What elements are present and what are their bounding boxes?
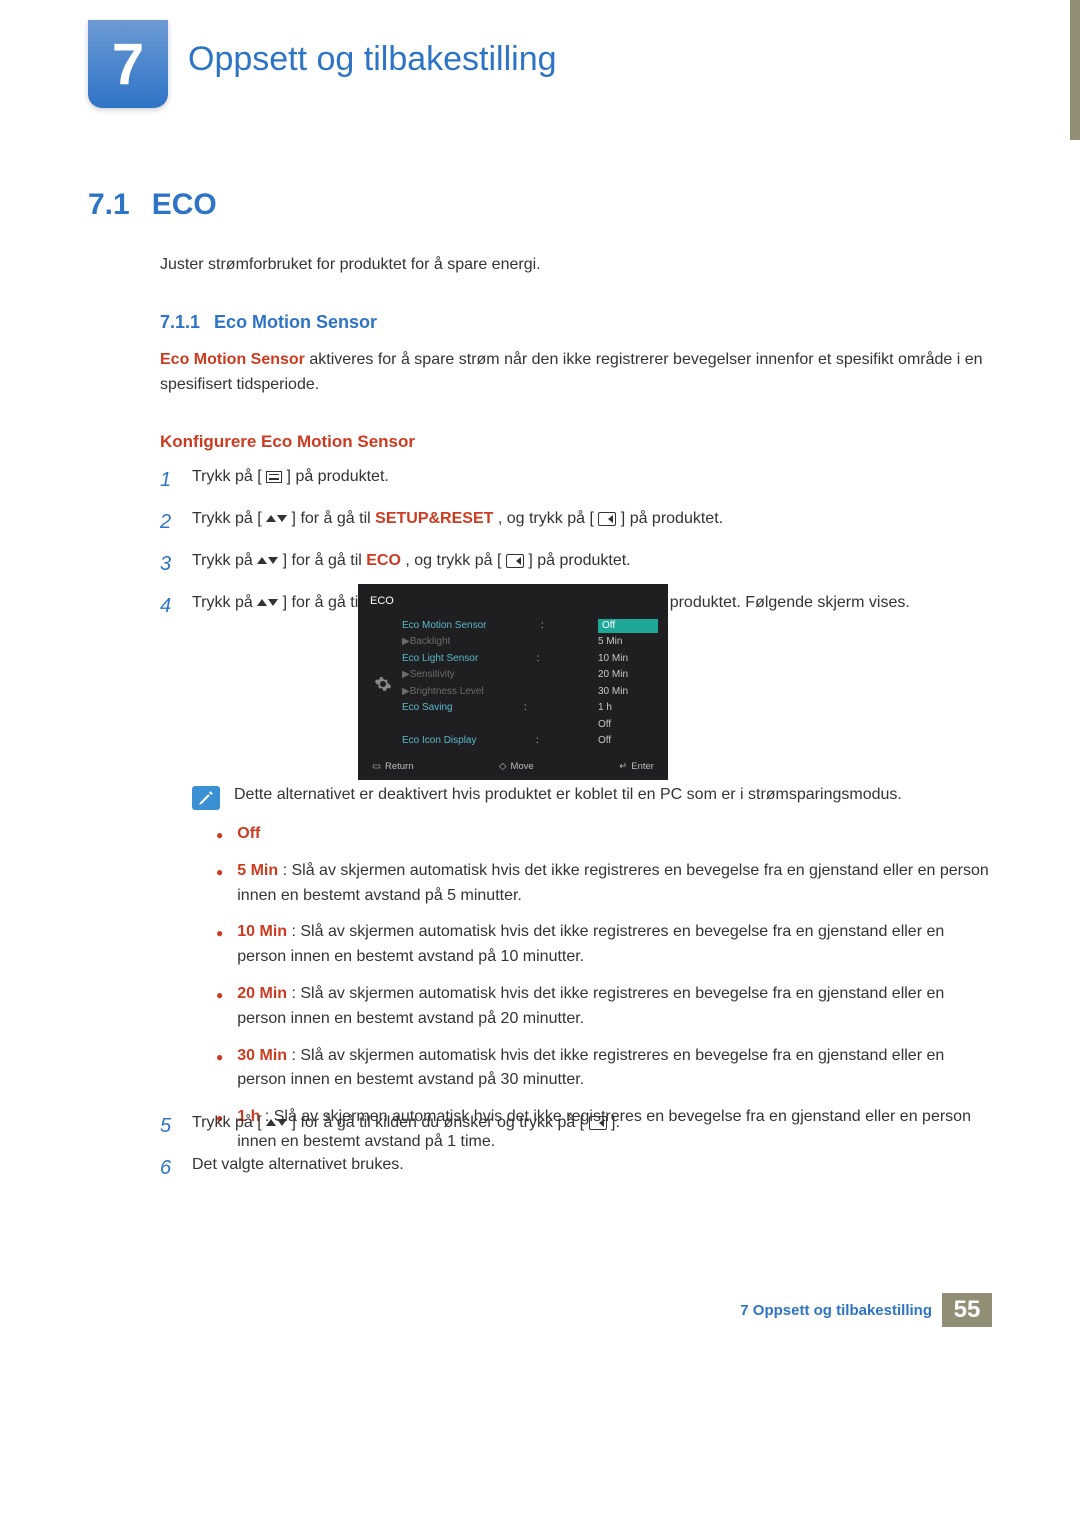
note-text: Dette alternativet er deaktivert hvis pr… xyxy=(234,786,902,804)
bullet-icon: ● xyxy=(216,920,223,970)
osd-value: 5 Min xyxy=(598,635,658,650)
step-number: 3 xyxy=(160,548,176,580)
menu-icon: ▭ xyxy=(372,760,381,774)
section-intro: Juster strømforbruket for produktet for … xyxy=(160,256,541,274)
chapter-number: 7 xyxy=(112,31,144,98)
osd-body: Eco Motion Sensor:Off ▶Backlight5 Min Ec… xyxy=(368,618,658,750)
up-down-icon xyxy=(266,515,287,522)
osd-menu: Eco Motion Sensor:Off ▶Backlight5 Min Ec… xyxy=(402,618,658,750)
bullet-icon: ● xyxy=(216,982,223,1032)
subsection-title: Eco Motion Sensor xyxy=(214,312,377,333)
bullet-icon: ● xyxy=(216,1044,223,1094)
osd-value: 1 h xyxy=(598,701,658,716)
osd-value: 10 Min xyxy=(598,652,658,667)
subsection-heading: 7.1.1 Eco Motion Sensor xyxy=(160,312,377,333)
list-item: ● Off xyxy=(216,822,992,847)
osd-value-highlight: Off xyxy=(598,619,658,634)
step-5: 5 Trykk på [ ] for å gå til kilden du øn… xyxy=(160,1110,992,1142)
enter-icon xyxy=(589,1116,607,1130)
step-1: 1 Trykk på [ ] på produktet. xyxy=(160,464,992,496)
enter-icon xyxy=(598,512,616,526)
osd-value: Off xyxy=(598,718,658,733)
osd-item: ▶Brightness Level xyxy=(402,685,484,700)
note-icon xyxy=(192,786,220,810)
step-number: 6 xyxy=(160,1152,176,1184)
subsection-bold-term: Eco Motion Sensor xyxy=(160,351,305,368)
up-down-icon xyxy=(257,599,278,606)
step-text: Det valgte alternativet brukes. xyxy=(192,1152,404,1178)
osd-title: ECO xyxy=(368,592,658,618)
list-item: ● 5 Min : Slå av skjermen automatisk hvi… xyxy=(216,859,992,909)
osd-value: 20 Min xyxy=(598,668,658,683)
page-footer: 7 Oppsett og tilbakestilling 55 xyxy=(0,1293,1080,1327)
subsection-number: 7.1.1 xyxy=(160,312,200,333)
step-list-tail: 5 Trykk på [ ] for å gå til kilden du øn… xyxy=(160,1110,992,1194)
step-3: 3 Trykk på ] for å gå til ECO , og trykk… xyxy=(160,548,992,580)
step-6: 6 Det valgte alternativet brukes. xyxy=(160,1152,992,1184)
osd-value: 30 Min xyxy=(598,685,658,700)
config-heading: Konfigurere Eco Motion Sensor xyxy=(160,432,415,452)
bullet-icon: ● xyxy=(216,822,223,847)
right-color-stripe xyxy=(1070,0,1080,140)
osd-item: ▶Sensitivity xyxy=(402,668,455,683)
enter-icon xyxy=(506,554,524,568)
chapter-title: Oppsett og tilbakestilling xyxy=(188,40,557,79)
move-icon: ◇ xyxy=(499,760,506,774)
chapter-number-tab: 7 xyxy=(88,20,168,108)
list-item: ● 10 Min : Slå av skjermen automatisk hv… xyxy=(216,920,992,970)
osd-footer: ▭Return ◇Move ↵Enter xyxy=(368,750,658,774)
section-title: ECO xyxy=(152,188,217,222)
step-number: 1 xyxy=(160,464,176,496)
osd-screenshot: ECO Eco Motion Sensor:Off ▶Backlight5 Mi… xyxy=(358,584,668,780)
step-2: 2 Trykk på [ ] for å gå til SETUP&RESET … xyxy=(160,506,992,538)
enter-icon: ↵ xyxy=(619,760,627,774)
up-down-icon xyxy=(257,557,278,564)
step-number: 2 xyxy=(160,506,176,538)
step-text: Trykk på [ ] for å gå til SETUP&RESET , … xyxy=(192,506,723,532)
osd-item: Eco Saving xyxy=(402,701,453,716)
up-down-icon xyxy=(266,1119,287,1126)
section-number: 7.1 xyxy=(88,188,130,222)
list-item: ● 30 Min : Slå av skjermen automatisk hv… xyxy=(216,1044,992,1094)
step-text: Trykk på [ ] for å gå til kilden du ønsk… xyxy=(192,1110,620,1136)
osd-item: ▶Backlight xyxy=(402,635,450,650)
bullet-icon: ● xyxy=(216,859,223,909)
step-text: Trykk på ] for å gå til ECO , og trykk p… xyxy=(192,548,631,574)
section-heading: 7.1 ECO xyxy=(88,188,217,222)
step-number: 4 xyxy=(160,590,176,622)
gear-icon xyxy=(372,618,394,750)
footer-page-number: 55 xyxy=(942,1293,992,1327)
footer-text: 7 Oppsett og tilbakestilling xyxy=(740,1302,932,1319)
osd-item: Eco Light Sensor xyxy=(402,652,478,667)
osd-item: Eco Icon Display xyxy=(402,734,476,749)
step-number: 5 xyxy=(160,1110,176,1142)
menu-icon xyxy=(266,471,282,483)
osd-value: Off xyxy=(598,734,658,749)
note-row: Dette alternativet er deaktivert hvis pr… xyxy=(192,786,992,810)
step-text: Trykk på [ ] på produktet. xyxy=(192,464,389,490)
subsection-description: Eco Motion Sensor aktiveres for å spare … xyxy=(160,348,992,398)
osd-item: Eco Motion Sensor xyxy=(402,619,487,634)
list-item: ● 20 Min : Slå av skjermen automatisk hv… xyxy=(216,982,992,1032)
